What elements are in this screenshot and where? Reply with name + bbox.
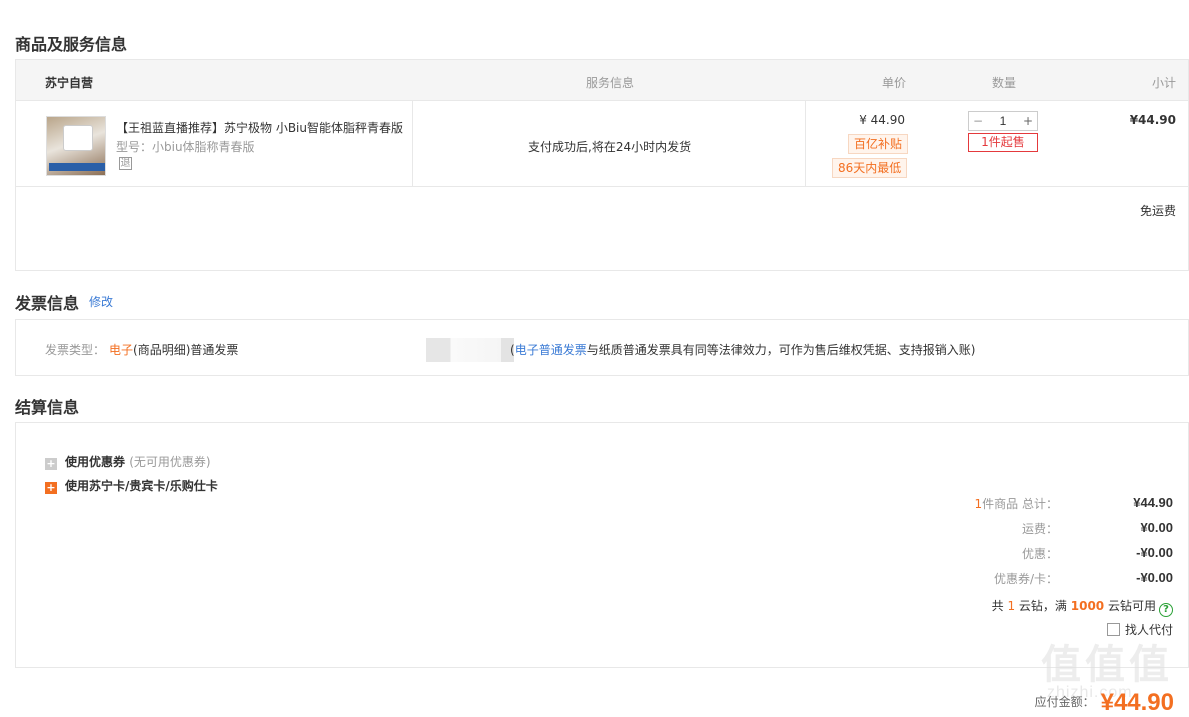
yunzuan-count: 1	[1007, 599, 1016, 613]
summary-total-label: 1件商品 总计：	[975, 495, 1058, 512]
divider	[805, 101, 806, 187]
yunzuan-pre: 共	[991, 599, 1004, 613]
return-badge-icon: 退	[119, 157, 132, 170]
product-title[interactable]: 【王祖蓝直播推荐】苏宁极物 小Biu智能体脂秤青春版	[116, 119, 406, 136]
service-info: 支付成功后,将在24小时内发货	[528, 140, 692, 154]
watermark-glyph: 值	[1085, 642, 1125, 688]
yunzuan-info: 共 1 云钻，满 1000 云钻可用?	[992, 597, 1173, 617]
invoice-edit-link[interactable]: 修改	[89, 293, 113, 310]
unit-price: ¥ 44.90	[859, 113, 905, 127]
summary-discount-row: 优惠： -¥0.00	[773, 545, 1173, 565]
divider	[412, 101, 413, 187]
summary-coupon-row: 优惠券/卡： -¥0.00	[773, 570, 1173, 590]
header-price: 单价	[882, 76, 907, 90]
invoice-section-title: 发票信息	[15, 294, 80, 313]
yunzuan-mid: 云钻，满	[1018, 599, 1067, 613]
quantity-minus-button[interactable]: −	[969, 112, 987, 130]
use-card-toggle[interactable]: + 使用苏宁卡/贵宾卡/乐购仕卡	[45, 477, 218, 494]
goods-panel: 苏宁自营 服务信息 单价 数量 小计 【王祖蓝直播推荐】苏宁极物 小Biu智能体…	[15, 59, 1189, 271]
store-name: 苏宁自营	[45, 76, 94, 90]
invoice-panel: 发票类型： 电子(商品明细)普通发票 (电子普通发票与纸质普通发票具有同等法律效…	[15, 319, 1189, 376]
card-label: 使用苏宁卡/贵宾卡/乐购仕卡	[65, 479, 218, 493]
invoice-type-electronic: 电子	[109, 343, 134, 357]
payable-amount: 应付金额： ¥44.90	[1035, 689, 1174, 717]
payable-label: 应付金额：	[1034, 695, 1095, 709]
product-model: 型号：小biu体脂称青春版	[116, 140, 255, 154]
lowest-price-tag: 86天内最低	[832, 158, 908, 178]
summary-total-text: 件商品 总计：	[982, 497, 1058, 511]
summary-coupon-value: -¥0.00	[1136, 570, 1173, 585]
quantity-stepper: − +	[968, 111, 1038, 131]
shipping-fee-label: 免运费	[1139, 204, 1176, 218]
invoice-note-text: 与纸质普通发票具有同等法律效力，可作为售后维权凭据、支持报销入账)	[586, 343, 976, 357]
summary-shipping-value: ¥0.00	[1140, 520, 1173, 535]
summary-discount-value: -¥0.00	[1136, 545, 1173, 560]
expand-plus-icon[interactable]: +	[45, 482, 57, 494]
quantity-plus-button[interactable]: +	[1019, 112, 1037, 130]
goods-row: 【王祖蓝直播推荐】苏宁极物 小Biu智能体脂秤青春版 型号：小biu体脂称青春版…	[16, 101, 1188, 187]
invoice-type-detail: (商品明细)普通发票	[133, 343, 239, 357]
goods-table-header: 苏宁自营 服务信息 单价 数量 小计	[16, 60, 1188, 101]
yunzuan-post: 云钻可用	[1107, 599, 1156, 613]
e-invoice-link[interactable]: 电子普通发票	[515, 343, 587, 357]
summary-total-value: ¥44.90	[1133, 495, 1173, 510]
invoice-note: (电子普通发票与纸质普通发票具有同等法律效力，可作为售后维权凭据、支持报销入账)	[510, 341, 975, 358]
settlement-panel: + 使用优惠券 (无可用优惠券) + 使用苏宁卡/贵宾卡/乐购仕卡 1件商品 总计：…	[15, 422, 1189, 668]
header-service: 服务信息	[586, 76, 635, 90]
use-coupon-toggle[interactable]: + 使用优惠券 (无可用优惠券)	[45, 453, 211, 470]
watermark-glyph: 值	[1129, 642, 1169, 688]
coupon-label: 使用优惠券	[65, 455, 126, 469]
coupon-note: (无可用优惠券)	[129, 455, 211, 469]
summary-discount-label: 优惠：	[1021, 547, 1058, 561]
invoice-type-value: 电子(商品明细)普通发票	[109, 341, 238, 358]
product-thumbnail[interactable]	[46, 116, 106, 176]
help-icon[interactable]: ?	[1159, 603, 1173, 617]
summary-shipping-row: 运费： ¥0.00	[773, 520, 1173, 540]
redacted-invoice-title	[426, 338, 514, 362]
goods-section-title: 商品及服务信息	[15, 35, 128, 54]
item-subtotal: ¥44.90	[1129, 113, 1176, 127]
subsidy-tag: 百亿补贴	[848, 134, 909, 154]
summary-total-row: 1件商品 总计： ¥44.90	[773, 495, 1173, 515]
summary-shipping-label: 运费：	[1021, 522, 1058, 536]
watermark-glyph: 值	[1041, 642, 1081, 688]
header-subtotal: 小计	[1151, 76, 1176, 90]
summary-coupon-label: 优惠券/卡：	[993, 572, 1058, 586]
min-order-badge: 1件起售	[968, 133, 1038, 152]
invoice-type-label: 发票类型：	[45, 343, 106, 357]
yunzuan-threshold: 1000	[1070, 599, 1105, 613]
quantity-input[interactable]	[987, 112, 1019, 130]
settlement-section-title: 结算信息	[15, 398, 80, 417]
header-quantity: 数量	[992, 76, 1017, 90]
payable-value: ¥44.90	[1100, 689, 1174, 716]
expand-plus-icon[interactable]: +	[45, 458, 57, 470]
